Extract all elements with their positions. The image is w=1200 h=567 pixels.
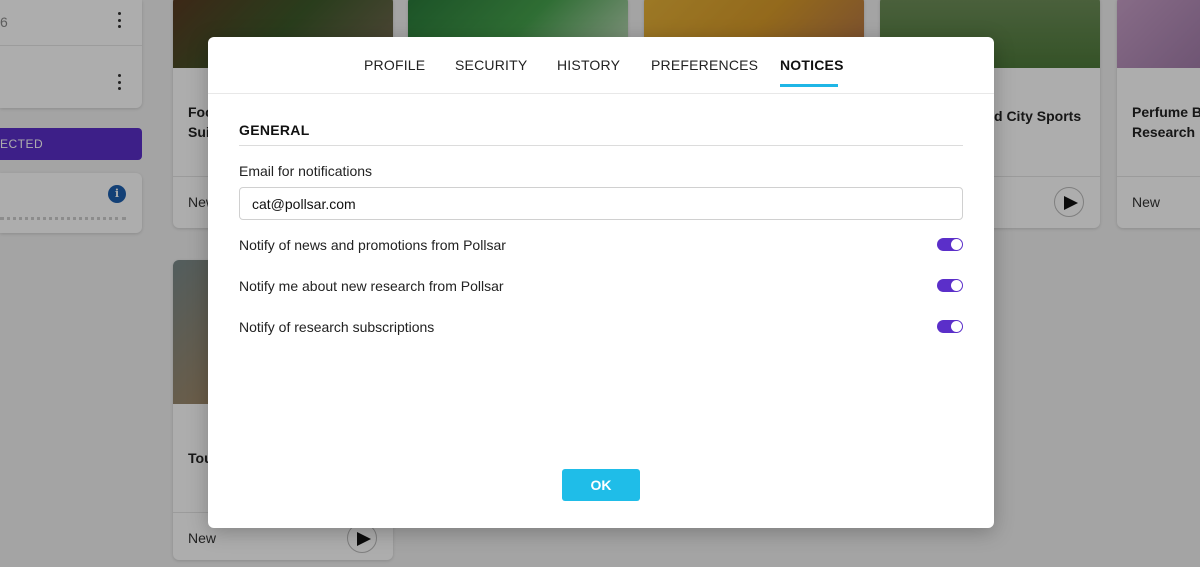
toggle-knob — [951, 280, 962, 291]
notify-research-label: Notify me about new research from Pollsa… — [239, 278, 504, 294]
tab-security[interactable]: SECURITY — [455, 57, 527, 73]
settings-tabs: PROFILE SECURITY HISTORY PREFERENCES NOT… — [208, 37, 994, 94]
notify-news-label: Notify of news and promotions from Polls… — [239, 237, 506, 253]
ok-button[interactable]: OK — [562, 469, 640, 501]
notify-news-toggle[interactable] — [937, 238, 963, 251]
notify-subscriptions-toggle[interactable] — [937, 320, 963, 333]
tab-preferences[interactable]: PREFERENCES — [651, 57, 758, 73]
email-label: Email for notifications — [239, 163, 373, 179]
toggle-knob — [951, 321, 962, 332]
section-divider — [239, 145, 963, 146]
email-field[interactable] — [239, 187, 963, 220]
section-title: GENERAL — [239, 122, 310, 138]
notify-research-row: Notify me about new research from Pollsa… — [239, 277, 963, 297]
settings-modal: PROFILE SECURITY HISTORY PREFERENCES NOT… — [208, 37, 994, 528]
tab-notices[interactable]: NOTICES — [780, 57, 844, 73]
toggle-knob — [951, 239, 962, 250]
notify-news-row: Notify of news and promotions from Polls… — [239, 236, 963, 256]
notify-subscriptions-label: Notify of research subscriptions — [239, 319, 435, 335]
notify-subscriptions-row: Notify of research subscriptions — [239, 318, 963, 338]
notify-research-toggle[interactable] — [937, 279, 963, 292]
active-tab-indicator — [780, 84, 838, 87]
tab-profile[interactable]: PROFILE — [364, 57, 425, 73]
tab-history[interactable]: HISTORY — [557, 57, 620, 73]
